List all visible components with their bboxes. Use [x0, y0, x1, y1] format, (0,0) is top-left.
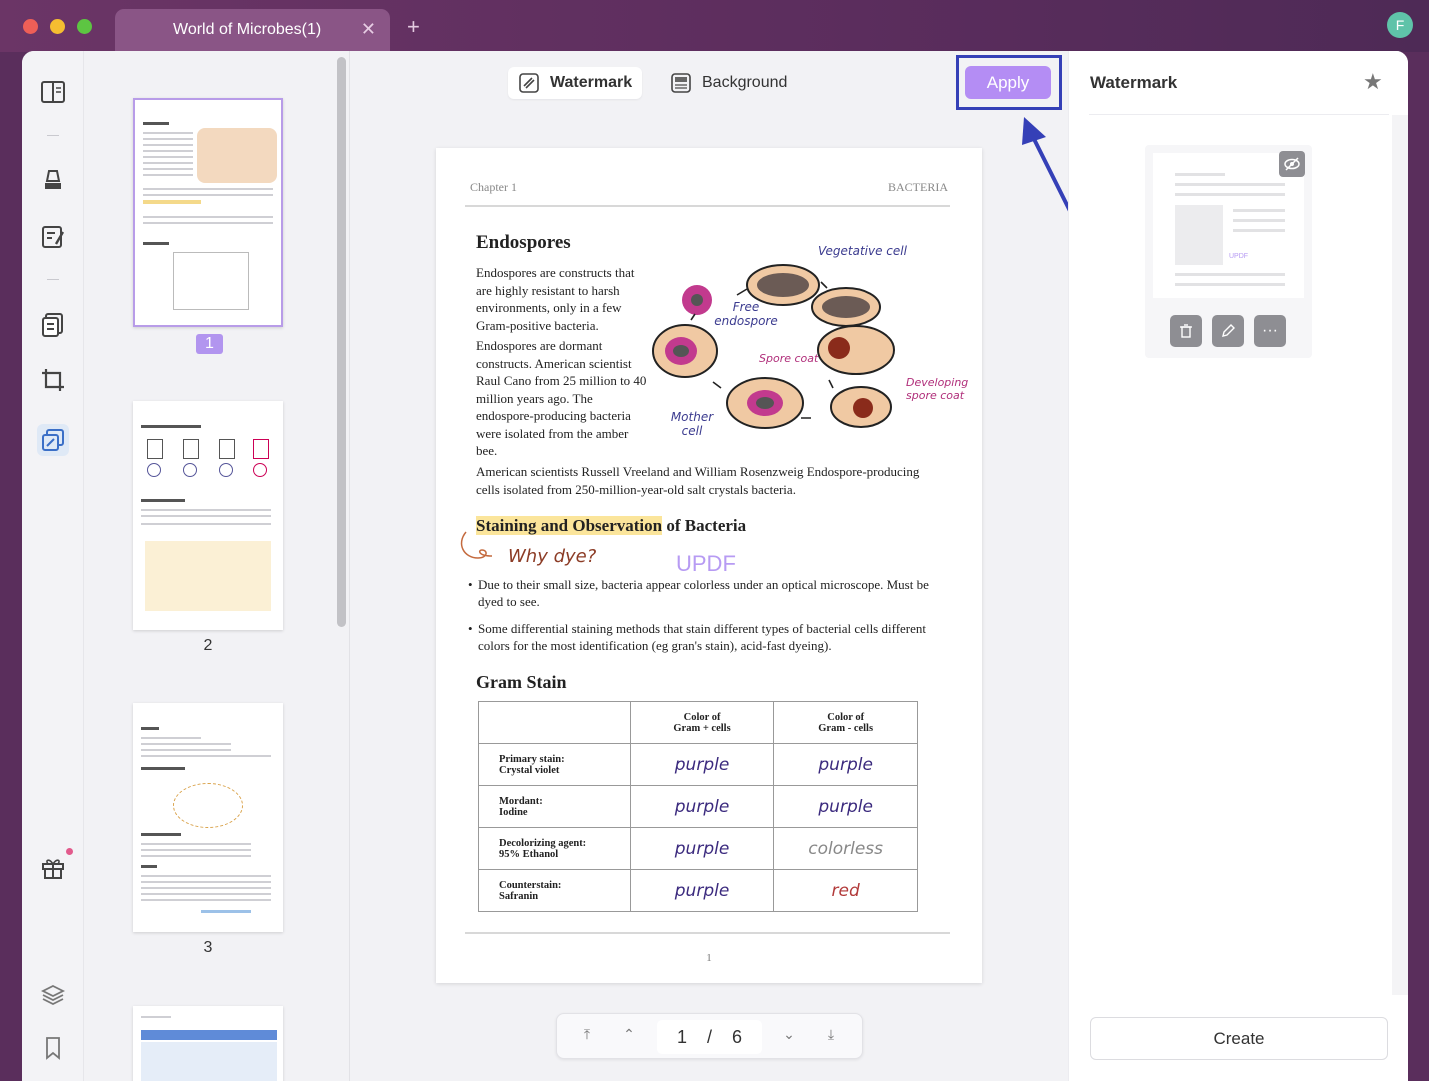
tab-title: World of Microbes(1) — [173, 21, 322, 38]
page-thumbnail-4[interactable] — [133, 1006, 283, 1081]
watermark-template-card[interactable]: UPDF ··· — [1145, 145, 1312, 358]
page-footer-number: 1 — [706, 952, 712, 964]
star-icon[interactable]: ★ — [1363, 69, 1383, 95]
table-row: Mordant: Iodine purple purple — [478, 785, 918, 828]
gift-icon[interactable] — [37, 851, 69, 883]
bullet-2: Some differential staining methods that … — [468, 620, 938, 654]
close-window-button[interactable] — [23, 19, 38, 34]
delete-icon[interactable] — [1170, 315, 1202, 347]
more-options-icon[interactable]: ··· — [1254, 315, 1286, 347]
thumbnail-panel: 1 2 3 — [84, 51, 350, 1081]
thumbnail-label-3: 3 — [203, 939, 213, 956]
page-thumbnail-1[interactable] — [133, 98, 283, 327]
page-tools-icon[interactable] — [37, 424, 69, 456]
page-header-chapter: Chapter 1 — [470, 180, 517, 194]
apply-button[interactable]: Apply — [965, 66, 1051, 99]
current-page: 1 — [676, 1026, 687, 1047]
page-navigator: ⤒ ⌃ 1 / 6 ⌄ ⤓ — [556, 1013, 863, 1059]
edit-text-icon[interactable] — [37, 221, 69, 253]
edit-icon[interactable] — [1212, 315, 1244, 347]
label-mother-cell: Mother cell — [670, 410, 714, 438]
tab-close-icon[interactable]: ✕ — [361, 19, 376, 40]
gram-stain-table: Color of Gram + cells Color of Gram - cell… — [478, 701, 918, 912]
first-page-icon[interactable]: ⤒ — [577, 1026, 597, 1046]
app-window: 1 2 3 Watermark Background Apply Chapter… — [22, 51, 1408, 1081]
watermark-tab-label: Watermark — [550, 74, 633, 91]
hide-eye-icon[interactable] — [1279, 151, 1305, 177]
thumbnail-label-2: 2 — [203, 637, 213, 654]
previous-page-icon[interactable]: ⌃ — [619, 1026, 639, 1046]
panel-scrollbar[interactable] — [1392, 115, 1408, 995]
table-row: Counterstain: Safranin purple red — [478, 869, 918, 912]
table-row: Decolorizing agent: 95% Ethanol purple co… — [478, 827, 918, 870]
label-vegetative-cell: Vegetative cell — [818, 244, 907, 258]
page-thumbnail-3[interactable] — [133, 703, 283, 932]
page-thumbnail-2[interactable] — [133, 401, 283, 630]
label-spore-coat: Spore coat — [759, 352, 819, 365]
paragraph-3: American scientists Russell Vreeland and… — [476, 464, 920, 497]
background-tab-label: Background — [702, 74, 788, 91]
label-free-endospore: Free endospore — [714, 300, 778, 328]
document-area: Watermark Background Apply Chapter 1 BAC… — [350, 51, 1084, 1081]
reader-icon[interactable] — [37, 76, 69, 108]
paragraph-2: Endospores are dormant constructs. Ameri… — [476, 338, 647, 458]
create-button[interactable]: Create — [1090, 1017, 1388, 1060]
last-page-icon[interactable]: ⤓ — [821, 1026, 841, 1046]
panel-title: Watermark — [1090, 73, 1178, 92]
minimize-window-button[interactable] — [50, 19, 65, 34]
next-page-icon[interactable]: ⌄ — [779, 1026, 799, 1046]
page-number-input[interactable]: 1 / 6 — [657, 1020, 762, 1054]
highlighter-icon[interactable] — [37, 164, 69, 196]
crop-icon[interactable] — [37, 364, 69, 396]
background-tab[interactable]: Background — [660, 67, 797, 99]
watermark-panel: Watermark ★ UPDF ··· Create — [1068, 51, 1408, 1081]
watermark-icon — [519, 73, 539, 93]
layers-icon[interactable] — [37, 979, 69, 1011]
heading-staining: Staining and Observation of Bacteria — [476, 516, 747, 535]
total-pages: 6 — [731, 1026, 742, 1047]
paragraph-1: Endospores are constructs that are highl… — [476, 265, 635, 333]
organize-pages-icon[interactable] — [37, 309, 69, 341]
page-separator: / — [706, 1026, 712, 1047]
page-header-section: BACTERIA — [888, 180, 948, 194]
document-tab[interactable]: World of Microbes(1) ✕ — [115, 9, 390, 52]
why-dye-note: Why dye? — [508, 546, 597, 567]
bookmark-icon[interactable] — [37, 1032, 69, 1064]
tool-rail — [22, 51, 84, 1081]
watermark-tab[interactable]: Watermark — [508, 67, 643, 99]
label-developing-spore-coat: Developing spore coat — [906, 376, 969, 402]
avatar[interactable]: F — [1387, 12, 1413, 38]
thumbnail-scrollbar[interactable] — [337, 57, 346, 627]
maximize-window-button[interactable] — [77, 19, 92, 34]
bullet-1: Due to their small size, bacteria appear… — [468, 576, 938, 610]
curly-arrow-icon — [460, 531, 493, 559]
pdf-page: Chapter 1 BACTERIA Endospores Endospores… — [436, 148, 982, 983]
heading-endospores: Endospores — [476, 232, 571, 253]
background-icon — [671, 73, 691, 93]
notification-dot — [66, 848, 73, 855]
new-tab-icon[interactable]: + — [407, 14, 420, 40]
title-bar: World of Microbes(1) ✕ + F — [0, 0, 1429, 52]
thumbnail-label-1: 1 — [196, 334, 223, 354]
card-watermark-text: UPDF — [1229, 253, 1249, 260]
watermark-text: UPDF — [676, 551, 736, 576]
table-header-row: Color of Gram + cells Color of Gram - cell… — [478, 701, 918, 744]
heading-gram-stain: Gram Stain — [476, 672, 567, 692]
table-row: Primary stain: Crystal violet purple purp… — [478, 743, 918, 786]
